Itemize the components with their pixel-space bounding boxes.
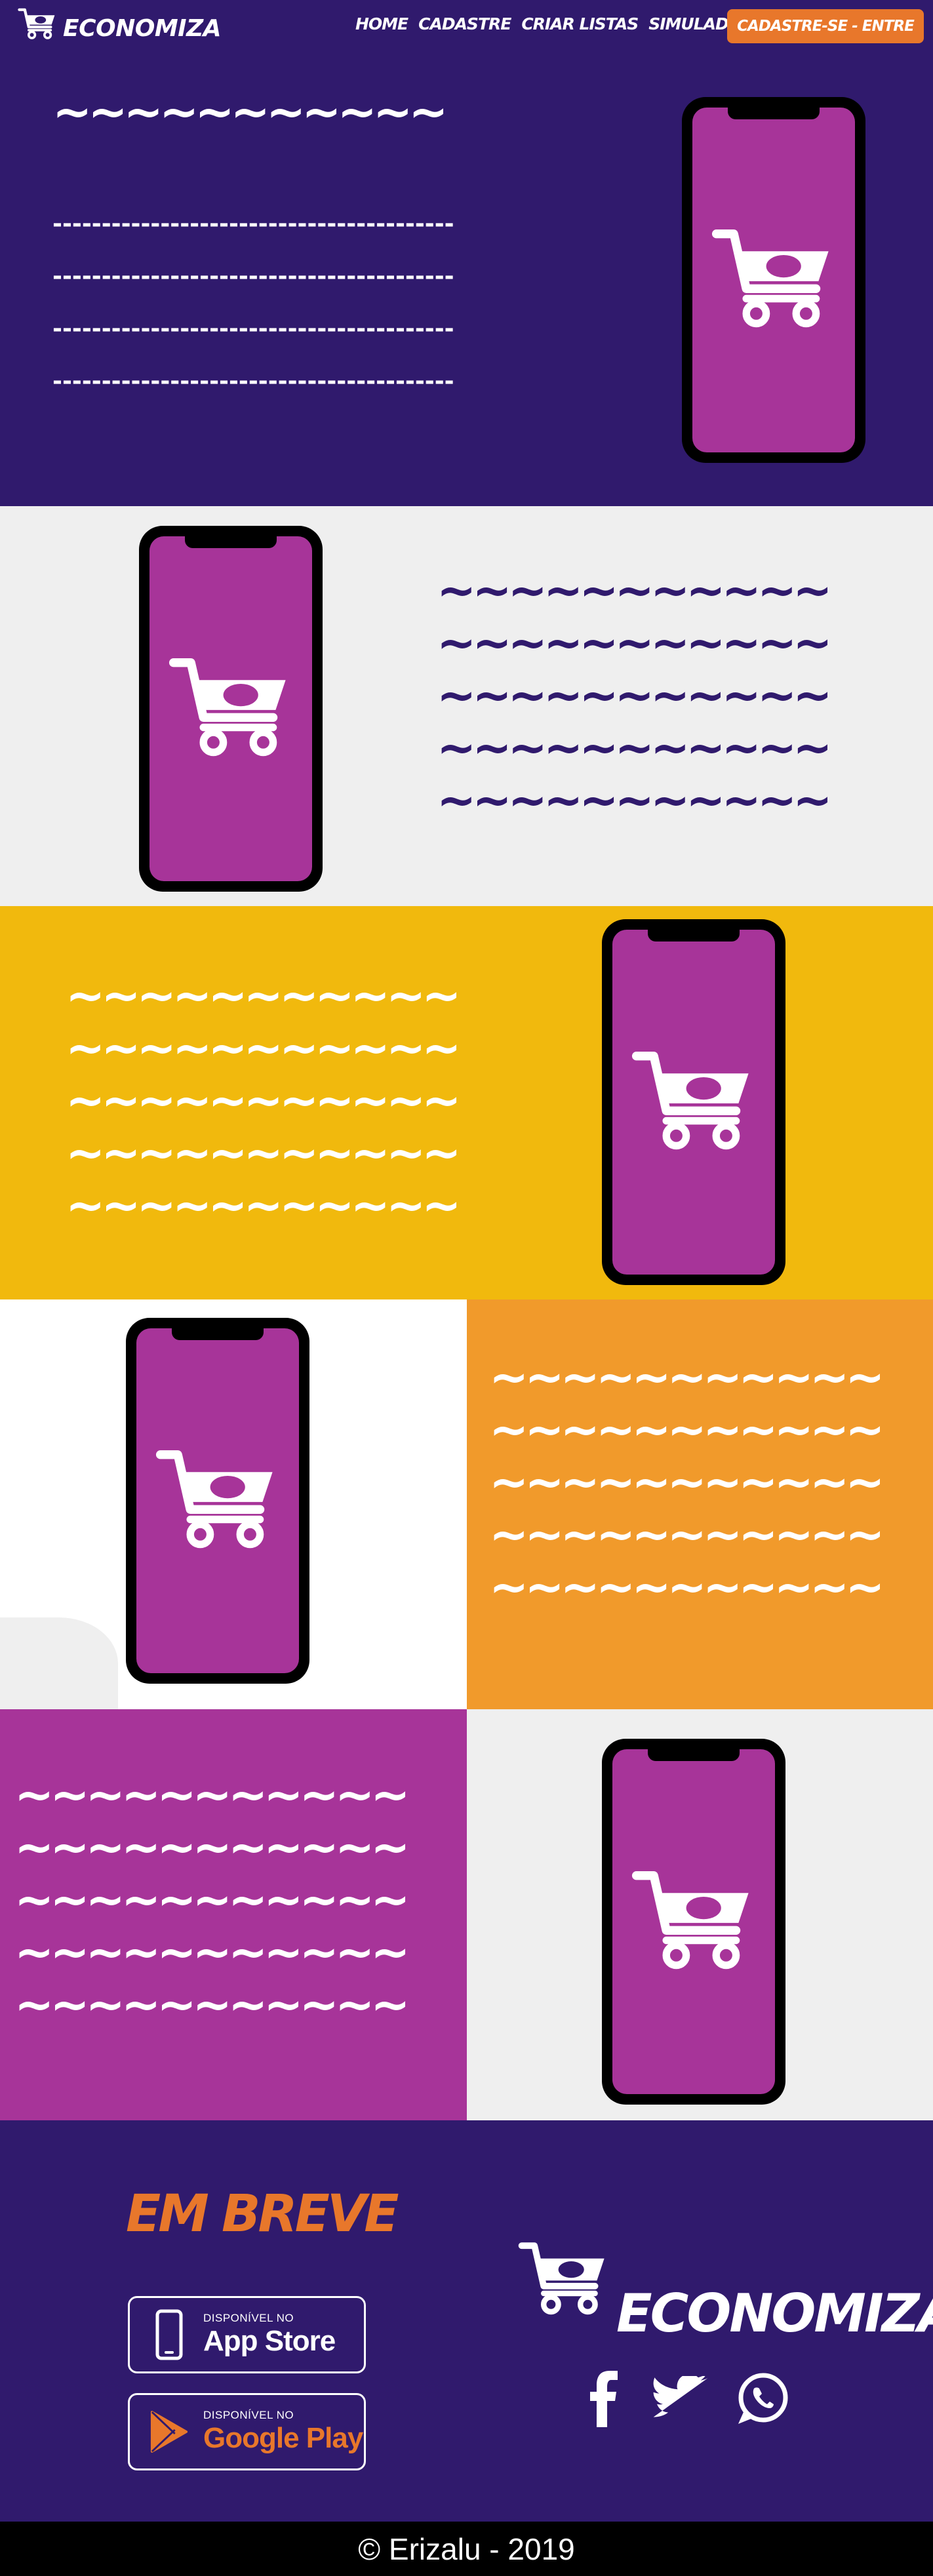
feature-section-5-image — [467, 1709, 933, 2120]
text-line: ~~~~~~~~~~~ — [66, 1125, 462, 1180]
coming-soon-heading: EM BREVE — [126, 2185, 399, 2244]
store-small-label: DISPONÍVEL NO — [203, 2409, 294, 2421]
google-play-label: DISPONÍVEL NO Google Play — [203, 2409, 363, 2455]
google-play-button[interactable]: DISPONÍVEL NO Google Play — [128, 2393, 366, 2470]
footer: EM BREVE DISPONÍVEL NO App Store DISPONÍ… — [0, 2120, 933, 2522]
decorative-shape — [0, 1617, 118, 1709]
text-line: ~~~~~~~~~~~ — [489, 1402, 885, 1457]
phone-mockup — [139, 526, 323, 892]
cart-piggy-icon — [631, 1871, 749, 1970]
footer-brand-name: ECONOMIZA — [616, 2283, 933, 2344]
text-line: ~~~~~~~~~~~ — [437, 720, 833, 775]
feature-section-3: ~~~~~~~~~~~ ~~~~~~~~~~~ ~~~~~~~~~~~ ~~~~… — [0, 906, 933, 1299]
text-line: ~~~~~~~~~~~ — [437, 667, 833, 723]
hero-line: ----------------------------------------… — [52, 210, 454, 237]
text-line: ~~~~~~~~~~~ — [489, 1454, 885, 1509]
text-line: ~~~~~~~~~~~ — [66, 968, 462, 1023]
store-small-label: DISPONÍVEL NO — [203, 2312, 294, 2324]
text-line: ~~~~~~~~~~~ — [437, 563, 833, 618]
copyright-bar: © Erizalu - 2019 — [0, 2522, 933, 2576]
app-store-label: DISPONÍVEL NO App Store — [203, 2312, 336, 2358]
text-line: ~~~~~~~~~~~ — [14, 1977, 410, 2032]
feature-section-2: ~~~~~~~~~~~ ~~~~~~~~~~~ ~~~~~~~~~~~ ~~~~… — [0, 506, 933, 906]
text-line: ~~~~~~~~~~~ — [66, 1178, 462, 1233]
feature-section-4-text: ~~~~~~~~~~~ ~~~~~~~~~~~ ~~~~~~~~~~~ ~~~~… — [467, 1299, 933, 1709]
text-line: ~~~~~~~~~~~ — [14, 1767, 410, 1822]
hero-text: ~~~~~~~~~~~ ----------------------------… — [52, 85, 454, 408]
feature-section-5-text: ~~~~~~~~~~~ ~~~~~~~~~~~ ~~~~~~~~~~~ ~~~~… — [0, 1709, 467, 2120]
hero-line: ----------------------------------------… — [52, 315, 454, 342]
phone-notch — [648, 927, 740, 941]
signup-login-button[interactable]: CADASTRE-SE - ENTRE — [727, 9, 924, 43]
brand-name: ECONOMIZA — [63, 15, 222, 42]
text-line: ~~~~~~~~~~~ — [489, 1559, 885, 1614]
whatsapp-icon[interactable] — [734, 2371, 789, 2427]
app-store-button[interactable]: DISPONÍVEL NO App Store — [128, 2296, 366, 2373]
text-line: ~~~~~~~~~~~ — [66, 1073, 462, 1128]
facebook-icon[interactable] — [586, 2369, 625, 2428]
nav-home[interactable]: HOME — [355, 14, 408, 33]
phone-mockup — [126, 1318, 309, 1684]
store-big-label: App Store — [203, 2325, 336, 2357]
landing-page: ECONOMIZA HOME CADASTRE CRIAR LISTAS SIM… — [0, 0, 933, 2576]
hero-line: ----------------------------------------… — [52, 368, 454, 395]
text-line: ~~~~~~~~~~~ — [437, 615, 833, 670]
hero-section: ~~~~~~~~~~~ ----------------------------… — [0, 52, 933, 506]
cart-piggy-icon — [711, 229, 829, 328]
social-links — [586, 2369, 789, 2428]
cart-piggy-icon — [18, 8, 55, 39]
feature-text: ~~~~~~~~~~~ ~~~~~~~~~~~ ~~~~~~~~~~~ ~~~~… — [66, 968, 462, 1233]
hero-headline: ~~~~~~~~~~~ — [52, 84, 448, 139]
text-line: ~~~~~~~~~~~ — [14, 1872, 410, 1927]
phone-notch — [648, 1747, 740, 1761]
phone-notch — [728, 105, 820, 119]
nav-criar-listas[interactable]: CRIAR LISTAS — [521, 14, 639, 33]
cart-piggy-icon — [518, 2242, 605, 2315]
text-line: ~~~~~~~~~~~ — [489, 1507, 885, 1562]
footer-logo[interactable]: ECONOMIZA — [518, 2238, 933, 2356]
feature-text: ~~~~~~~~~~~ ~~~~~~~~~~~ ~~~~~~~~~~~ ~~~~… — [489, 1349, 885, 1614]
store-big-label: Google Play — [203, 2422, 363, 2454]
phone-mockup — [602, 919, 785, 1285]
top-navbar: ECONOMIZA HOME CADASTRE CRIAR LISTAS SIM… — [0, 0, 933, 52]
phone-mockup — [602, 1739, 785, 2105]
text-line: ~~~~~~~~~~~ — [489, 1349, 885, 1404]
cart-piggy-icon — [155, 1450, 273, 1549]
copyright-text: © Erizalu - 2019 — [358, 2531, 575, 2566]
phone-mockup — [682, 97, 865, 463]
hero-line: ----------------------------------------… — [52, 263, 454, 290]
cart-piggy-icon — [631, 1052, 749, 1150]
feature-text: ~~~~~~~~~~~ ~~~~~~~~~~~ ~~~~~~~~~~~ ~~~~… — [437, 563, 833, 827]
nav-cadastre[interactable]: CADASTRE — [418, 14, 511, 33]
play-icon — [149, 2406, 189, 2458]
phone-notch — [185, 534, 277, 548]
phone-notch — [172, 1326, 264, 1340]
feature-text: ~~~~~~~~~~~ ~~~~~~~~~~~ ~~~~~~~~~~~ ~~~~… — [14, 1767, 410, 2032]
twitter-icon[interactable] — [653, 2373, 712, 2422]
text-line: ~~~~~~~~~~~ — [437, 772, 833, 827]
phone-icon — [149, 2308, 189, 2361]
text-line: ~~~~~~~~~~~ — [14, 1924, 410, 1979]
text-line: ~~~~~~~~~~~ — [66, 1020, 462, 1075]
text-line: ~~~~~~~~~~~ — [14, 1819, 410, 1874]
brand-logo[interactable]: ECONOMIZA — [17, 7, 222, 42]
feature-section-4-image — [0, 1299, 467, 1709]
cart-piggy-icon — [169, 658, 286, 757]
main-nav: HOME CADASTRE CRIAR LISTAS SIMULADOR — [355, 14, 754, 33]
